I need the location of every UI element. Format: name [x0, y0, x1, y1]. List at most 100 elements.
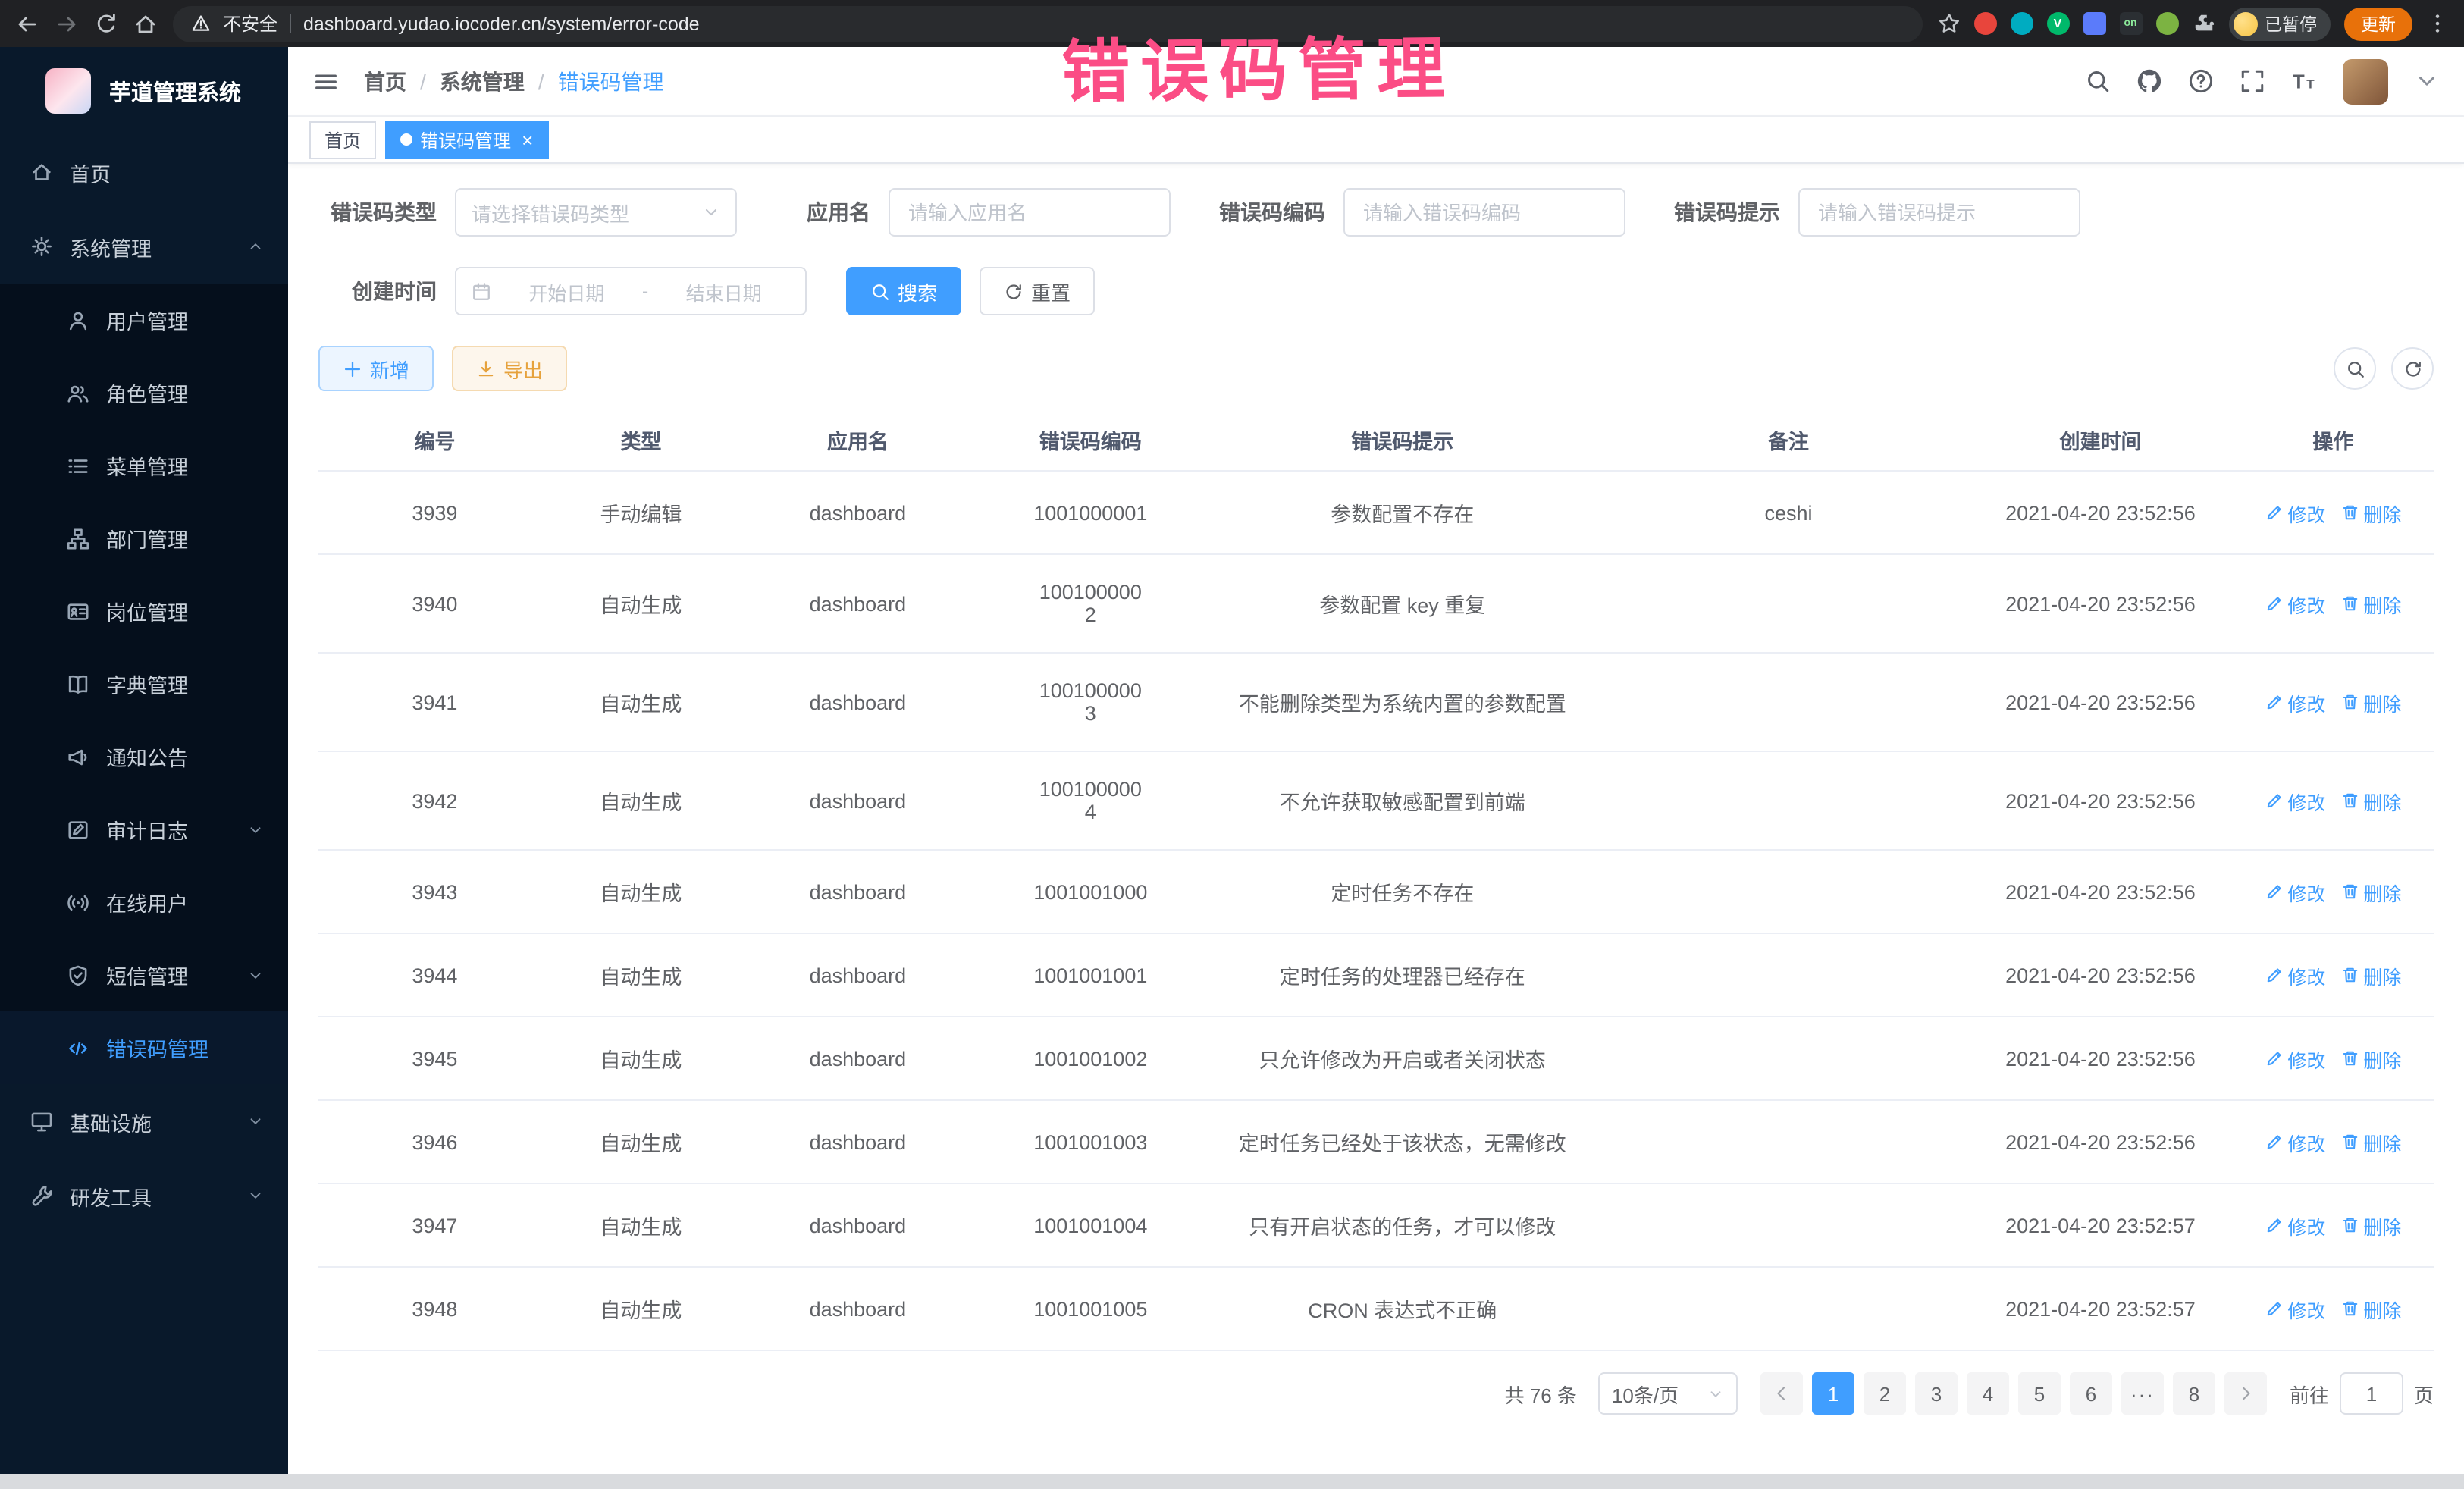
sidebar-item[interactable]: 审计日志 [0, 793, 288, 866]
url-divider [290, 14, 291, 33]
export-button[interactable]: 导出 [452, 346, 567, 391]
horizontal-scrollbar[interactable] [0, 1474, 2464, 1489]
pencil-icon [2265, 966, 2283, 984]
user-avatar[interactable] [2343, 58, 2388, 104]
browser-menu-icon[interactable] [2426, 12, 2449, 35]
edit-link[interactable]: 修改 [2265, 1294, 2325, 1323]
forward-icon[interactable] [55, 11, 79, 36]
sidebar-item[interactable]: 系统管理 [0, 209, 288, 284]
edit-link[interactable]: 修改 [2265, 1127, 2325, 1156]
sidebar-item[interactable]: 部门管理 [0, 502, 288, 575]
page-size-select[interactable]: 10条/页 [1598, 1372, 1738, 1415]
search-button[interactable]: 搜索 [846, 267, 961, 315]
page-button[interactable]: 4 [1967, 1372, 2009, 1415]
breadcrumb-item[interactable]: 首页 [364, 66, 406, 96]
sidebar-logo[interactable]: 芋道管理系统 [0, 47, 288, 135]
column-header: 编号 [318, 409, 551, 471]
cell-time: 2021-04-20 23:52:56 [1968, 471, 2233, 554]
edit-link[interactable]: 修改 [2265, 1211, 2325, 1240]
delete-link[interactable]: 删除 [2340, 498, 2401, 527]
next-page-button[interactable] [2224, 1372, 2267, 1415]
sidebar-item[interactable]: 通知公告 [0, 720, 288, 793]
fullscreen-icon[interactable] [2240, 68, 2265, 94]
sidebar-item[interactable]: 在线用户 [0, 866, 288, 939]
delete-link[interactable]: 删除 [2340, 786, 2401, 815]
delete-link[interactable]: 删除 [2340, 1294, 2401, 1323]
sidebar-item[interactable]: 首页 [0, 135, 288, 209]
tab[interactable]: 错误码管理× [385, 121, 548, 158]
error-hint-input[interactable] [1798, 188, 2080, 237]
extensions-puzzle-icon[interactable] [2192, 12, 2215, 35]
cell-remark [1609, 933, 1968, 1017]
edit-link[interactable]: 修改 [2265, 589, 2325, 618]
list-icon [67, 454, 89, 477]
sidebar-item[interactable]: 短信管理 [0, 939, 288, 1011]
sidebar-item[interactable]: 菜单管理 [0, 429, 288, 502]
page-button[interactable]: 3 [1915, 1372, 1958, 1415]
delete-link[interactable]: 删除 [2340, 1044, 2401, 1073]
delete-link[interactable]: 删除 [2340, 589, 2401, 618]
delete-link[interactable]: 删除 [2340, 877, 2401, 906]
toggle-search-button[interactable] [2334, 347, 2376, 390]
hamburger-icon[interactable] [312, 67, 340, 95]
delete-link[interactable]: 删除 [2340, 1127, 2401, 1156]
close-icon[interactable]: × [522, 128, 533, 151]
delete-link[interactable]: 删除 [2340, 688, 2401, 716]
svg-text:T: T [2306, 77, 2315, 92]
tab[interactable]: 首页 [309, 121, 376, 158]
sidebar-item[interactable]: 研发工具 [0, 1158, 288, 1233]
extension-grid-icon[interactable] [2083, 12, 2105, 35]
font-size-icon[interactable]: TT [2291, 68, 2317, 94]
trash-icon [2340, 594, 2359, 613]
page-button[interactable]: 1 [1812, 1372, 1854, 1415]
edit-link[interactable]: 修改 [2265, 1044, 2325, 1073]
error-code-input[interactable] [1343, 188, 1625, 237]
page-button[interactable]: 2 [1864, 1372, 1906, 1415]
help-icon[interactable] [2188, 68, 2214, 94]
profile-chip[interactable]: 已暂停 [2228, 7, 2331, 40]
github-icon[interactable] [2136, 68, 2162, 94]
sidebar-item[interactable]: 角色管理 [0, 356, 288, 429]
delete-link[interactable]: 删除 [2340, 1211, 2401, 1240]
browser-update-button[interactable]: 更新 [2344, 7, 2412, 40]
search-icon[interactable] [2085, 68, 2111, 94]
extension-red-icon[interactable] [1973, 12, 1996, 35]
refresh-table-button[interactable] [2391, 347, 2434, 390]
add-button[interactable]: 新增 [318, 346, 434, 391]
app-name-input[interactable] [889, 188, 1171, 237]
edit-link[interactable]: 修改 [2265, 786, 2325, 815]
edit-link[interactable]: 修改 [2265, 688, 2325, 716]
extension-v-icon[interactable]: V [2046, 12, 2069, 35]
page-button[interactable]: ··· [2121, 1372, 2164, 1415]
back-icon[interactable] [15, 11, 39, 36]
page-button[interactable]: 8 [2173, 1372, 2215, 1415]
breadcrumb-item[interactable]: 系统管理 [440, 66, 525, 96]
extension-green-icon[interactable] [2155, 12, 2178, 35]
reload-icon[interactable] [94, 11, 118, 36]
sidebar-item[interactable]: 基础设施 [0, 1084, 288, 1158]
sidebar-item[interactable]: 用户管理 [0, 284, 288, 356]
extension-on-icon[interactable]: on [2119, 12, 2142, 35]
bookmark-star-icon[interactable] [1937, 12, 1960, 35]
browser-home-icon[interactable] [133, 11, 158, 36]
delete-link[interactable]: 删除 [2340, 961, 2401, 989]
edit-link[interactable]: 修改 [2265, 498, 2325, 527]
page-button[interactable]: 5 [2018, 1372, 2061, 1415]
goto-page-input[interactable] [2340, 1372, 2403, 1415]
extension-teal-icon[interactable] [2010, 12, 2033, 35]
cell-remark [1609, 1017, 1968, 1100]
sidebar-item[interactable]: 字典管理 [0, 647, 288, 720]
sidebar-item[interactable]: 错误码管理 [0, 1011, 288, 1084]
cell-code: 1001001002 [985, 1017, 1196, 1100]
sidebar-item[interactable]: 岗位管理 [0, 575, 288, 647]
prev-page-button[interactable] [1760, 1372, 1803, 1415]
reset-button[interactable]: 重置 [980, 267, 1095, 315]
edit-link[interactable]: 修改 [2265, 877, 2325, 906]
avatar-caret-icon[interactable] [2414, 68, 2440, 94]
date-range-picker[interactable]: 开始日期 - 结束日期 [455, 267, 807, 315]
cell-app: dashboard [731, 1267, 985, 1350]
edit-link[interactable]: 修改 [2265, 961, 2325, 989]
page-button[interactable]: 6 [2070, 1372, 2112, 1415]
url-bar[interactable]: 不安全 dashboard.yudao.iocoder.cn/system/er… [173, 5, 1922, 42]
error-type-select[interactable]: 请选择错误码类型 [455, 188, 737, 237]
